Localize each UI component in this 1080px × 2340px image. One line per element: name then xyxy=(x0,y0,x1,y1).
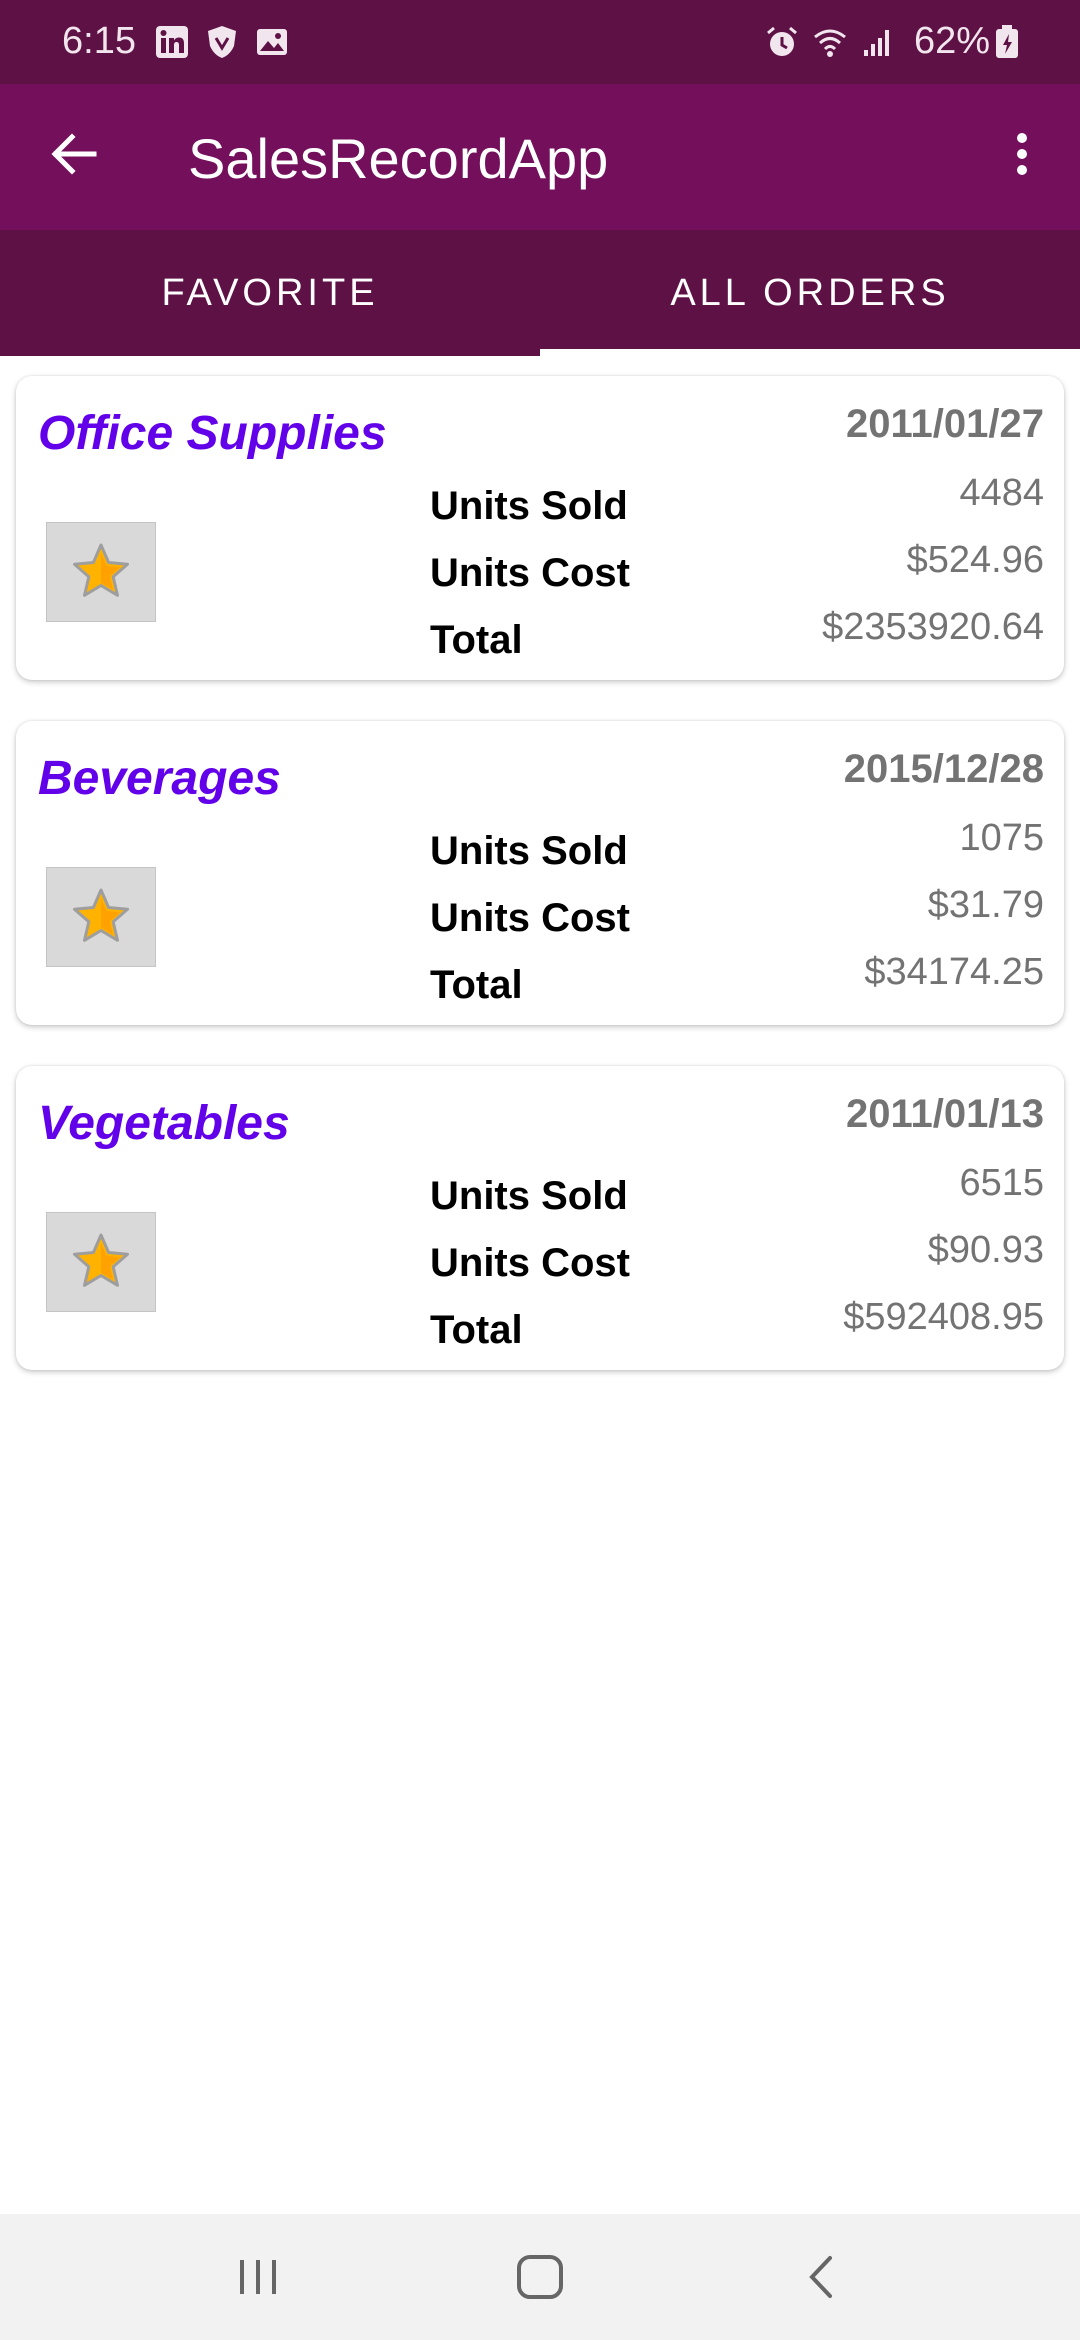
units-cost-label: Units Cost xyxy=(430,896,630,940)
total-label: Total xyxy=(430,963,523,1007)
order-category: Vegetables xyxy=(38,1097,290,1150)
favorite-button[interactable] xyxy=(46,1212,156,1312)
signal-icon xyxy=(864,30,889,56)
home-icon[interactable] xyxy=(510,2252,570,2302)
units-sold-label: Units Sold xyxy=(430,1174,628,1218)
battery-percent: 62% xyxy=(914,20,991,62)
favorite-button[interactable] xyxy=(46,522,156,622)
image-icon xyxy=(257,29,287,55)
units-cost-value: $524.96 xyxy=(906,539,1044,581)
arrow-left-icon[interactable] xyxy=(44,124,104,184)
units-sold-value: 6515 xyxy=(959,1162,1044,1204)
units-cost-label: Units Cost xyxy=(430,551,630,595)
battery-icon xyxy=(996,25,1018,58)
status-bar: 6:15 62% xyxy=(0,0,1080,84)
app-bar: SalesRecordApp xyxy=(0,84,1080,230)
status-time: 6:15 xyxy=(62,20,136,62)
back-nav-icon[interactable] xyxy=(792,2252,852,2302)
alarm-icon xyxy=(767,26,797,56)
order-date: 2011/01/13 xyxy=(846,1092,1044,1136)
units-cost-value: $31.79 xyxy=(927,884,1044,926)
total-value: $2353920.64 xyxy=(822,606,1044,648)
total-label: Total xyxy=(430,618,523,662)
order-category: Office Supplies xyxy=(38,407,387,460)
star-icon xyxy=(73,543,129,597)
tab-indicator xyxy=(540,349,1080,356)
recent-apps-icon[interactable] xyxy=(228,2252,288,2302)
wifi-icon xyxy=(814,29,846,57)
order-card[interactable]: Vegetables 2011/01/13 Units Sold Units C… xyxy=(16,1066,1064,1370)
units-sold-value: 1075 xyxy=(959,817,1044,859)
app-title: SalesRecordApp xyxy=(188,127,609,190)
order-card[interactable]: Beverages 2015/12/28 Units Sold Units Co… xyxy=(16,721,1064,1025)
tab-favorite[interactable]: FAVORITE xyxy=(0,230,540,356)
star-icon xyxy=(73,1233,129,1287)
order-date: 2011/01/27 xyxy=(846,402,1044,446)
total-value: $34174.25 xyxy=(864,951,1044,993)
order-category: Beverages xyxy=(38,752,281,805)
order-date: 2015/12/28 xyxy=(843,747,1044,791)
units-cost-label: Units Cost xyxy=(430,1241,630,1285)
total-value: $592408.95 xyxy=(843,1296,1044,1338)
units-sold-value: 4484 xyxy=(959,472,1044,514)
total-label: Total xyxy=(430,1308,523,1352)
units-cost-value: $90.93 xyxy=(927,1229,1044,1271)
more-vertical-icon[interactable] xyxy=(1004,124,1040,184)
favorite-button[interactable] xyxy=(46,867,156,967)
linkedin-icon xyxy=(156,26,188,58)
tab-all-orders[interactable]: ALL ORDERS xyxy=(540,230,1080,356)
brave-shield-icon xyxy=(208,26,236,58)
system-nav-bar xyxy=(0,2214,1080,2340)
tab-bar: FAVORITE ALL ORDERS xyxy=(0,230,1080,356)
order-card[interactable]: Office Supplies 2011/01/27 Units Sold Un… xyxy=(16,376,1064,680)
star-icon xyxy=(73,888,129,942)
units-sold-label: Units Sold xyxy=(430,484,628,528)
units-sold-label: Units Sold xyxy=(430,829,628,873)
